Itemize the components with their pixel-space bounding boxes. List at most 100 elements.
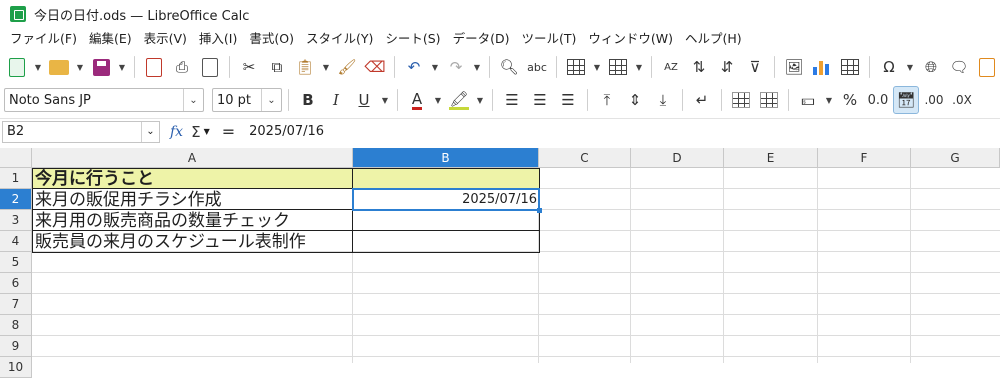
undo-dropdown[interactable]: ▼	[429, 53, 441, 81]
formula-button[interactable]: =	[222, 122, 235, 141]
headers-footers-button[interactable]	[974, 53, 1000, 81]
special-character-dropdown[interactable]: ▼	[904, 53, 916, 81]
sort-ascending-button[interactable]: ⇅	[686, 53, 712, 81]
currency-format-button[interactable]: 💵︎	[795, 86, 821, 114]
chevron-down-icon[interactable]: ⌄	[261, 89, 281, 111]
autofilter-button[interactable]: ⊽	[742, 53, 768, 81]
row-header-8[interactable]: 8	[0, 315, 32, 336]
menu-help[interactable]: ヘルプ(H)	[679, 28, 748, 50]
special-character-button[interactable]: Ω	[876, 53, 902, 81]
autofill-handle[interactable]	[537, 208, 542, 213]
font-name-combo[interactable]: Noto Sans JP ⌄	[4, 88, 204, 112]
add-decimal-button[interactable]: .00	[921, 86, 947, 114]
font-size-combo[interactable]: 10 pt ⌄	[212, 88, 282, 112]
sort-descending-button[interactable]: ⇵	[714, 53, 740, 81]
delete-decimal-button[interactable]: .0X	[949, 86, 975, 114]
redo-button[interactable]: ↷	[443, 53, 469, 81]
align-top-button[interactable]: ⤒	[594, 86, 620, 114]
sum-button[interactable]: Σ	[191, 123, 200, 141]
row-dropdown[interactable]: ▼	[591, 53, 603, 81]
paste-dropdown[interactable]: ▼	[320, 53, 332, 81]
find-replace-button[interactable]: 🔍︎	[496, 53, 522, 81]
new-document-button[interactable]	[4, 53, 30, 81]
align-center-button[interactable]: ☰	[527, 86, 553, 114]
hyperlink-button[interactable]: 🌐︎	[918, 53, 944, 81]
paste-button[interactable]: 📋︎	[292, 53, 318, 81]
background-color-button[interactable]: 🖍︎	[446, 86, 472, 114]
row-header-6[interactable]: 6	[0, 273, 32, 294]
insert-chart-button[interactable]	[809, 53, 835, 81]
function-wizard-button[interactable]: fx	[170, 124, 183, 140]
row-header-10[interactable]: 10	[0, 357, 32, 378]
open-dropdown[interactable]: ▼	[74, 53, 86, 81]
number-format-button[interactable]: 0.0	[865, 86, 891, 114]
column-dropdown[interactable]: ▼	[633, 53, 645, 81]
column-button[interactable]	[605, 53, 631, 81]
row-header-5[interactable]: 5	[0, 252, 32, 273]
select-all-corner[interactable]	[0, 148, 32, 168]
row-header-1[interactable]: 1	[0, 168, 32, 189]
align-left-button[interactable]: ☰	[499, 86, 525, 114]
clear-formatting-button[interactable]: ⌫	[362, 53, 388, 81]
column-header-a[interactable]: A	[32, 148, 353, 168]
currency-dropdown[interactable]: ▼	[823, 86, 835, 114]
cut-button[interactable]: ✂	[236, 53, 262, 81]
column-header-c[interactable]: C	[539, 148, 631, 168]
merge-cells-button[interactable]	[728, 86, 754, 114]
comment-button[interactable]: 🗨︎	[946, 53, 972, 81]
row-header-7[interactable]: 7	[0, 294, 32, 315]
bold-button[interactable]: B	[295, 86, 321, 114]
row-header-4[interactable]: 4	[0, 231, 32, 252]
unmerge-cells-button[interactable]	[756, 86, 782, 114]
print-preview-button[interactable]	[197, 53, 223, 81]
date-format-button[interactable]: 📅︎	[893, 86, 919, 114]
sort-button[interactable]: AZ	[658, 53, 684, 81]
chevron-down-icon[interactable]: ⌄	[183, 89, 203, 111]
align-right-button[interactable]: ☰	[555, 86, 581, 114]
underline-button[interactable]: U	[351, 86, 377, 114]
menu-edit[interactable]: 編集(E)	[83, 28, 138, 50]
menu-styles[interactable]: スタイル(Y)	[300, 28, 379, 50]
redo-dropdown[interactable]: ▼	[471, 53, 483, 81]
menu-tools[interactable]: ツール(T)	[515, 28, 582, 50]
column-header-d[interactable]: D	[631, 148, 724, 168]
export-pdf-button[interactable]	[141, 53, 167, 81]
chevron-down-icon[interactable]: ⌄	[141, 121, 159, 142]
clone-formatting-button[interactable]: 🖌︎	[334, 53, 360, 81]
align-bottom-button[interactable]: ⤓	[650, 86, 676, 114]
undo-button[interactable]: ↶	[401, 53, 427, 81]
name-box[interactable]: B2 ⌄	[2, 120, 160, 143]
font-color-button[interactable]: A	[404, 86, 430, 114]
sum-dropdown[interactable]: ▼	[204, 127, 210, 136]
print-button[interactable]: ⎙	[169, 53, 195, 81]
column-header-b[interactable]: B	[353, 148, 539, 168]
pivot-table-button[interactable]	[837, 53, 863, 81]
new-document-dropdown[interactable]: ▼	[32, 53, 44, 81]
underline-dropdown[interactable]: ▼	[379, 86, 391, 114]
menu-format[interactable]: 書式(O)	[243, 28, 300, 50]
save-button[interactable]	[88, 53, 114, 81]
column-header-g[interactable]: G	[911, 148, 1000, 168]
menu-sheet[interactable]: シート(S)	[379, 28, 446, 50]
background-color-dropdown[interactable]: ▼	[474, 86, 486, 114]
row-header-9[interactable]: 9	[0, 336, 32, 357]
font-color-dropdown[interactable]: ▼	[432, 86, 444, 114]
row-header-3[interactable]: 3	[0, 210, 32, 231]
center-vertically-button[interactable]: ⇕	[622, 86, 648, 114]
menu-view[interactable]: 表示(V)	[138, 28, 193, 50]
spreadsheet-grid[interactable]: A B C D E F G 1 2 3 4 5 6 7 8 9 10 今月に行う…	[0, 148, 1000, 378]
percent-format-button[interactable]: %	[837, 86, 863, 114]
insert-image-button[interactable]: 🖼︎	[781, 53, 807, 81]
column-header-f[interactable]: F	[818, 148, 911, 168]
copy-button[interactable]: ⧉	[264, 53, 290, 81]
formula-input[interactable]: 2025/07/16	[245, 121, 1000, 143]
wrap-text-button[interactable]: ↵	[689, 86, 715, 114]
menu-data[interactable]: データ(D)	[447, 28, 516, 50]
row-header-2[interactable]: 2	[0, 189, 32, 210]
menu-file[interactable]: ファイル(F)	[4, 28, 83, 50]
row-button[interactable]	[563, 53, 589, 81]
italic-button[interactable]: I	[323, 86, 349, 114]
menu-window[interactable]: ウィンドウ(W)	[582, 28, 679, 50]
column-header-e[interactable]: E	[724, 148, 818, 168]
menu-insert[interactable]: 挿入(I)	[193, 28, 243, 50]
